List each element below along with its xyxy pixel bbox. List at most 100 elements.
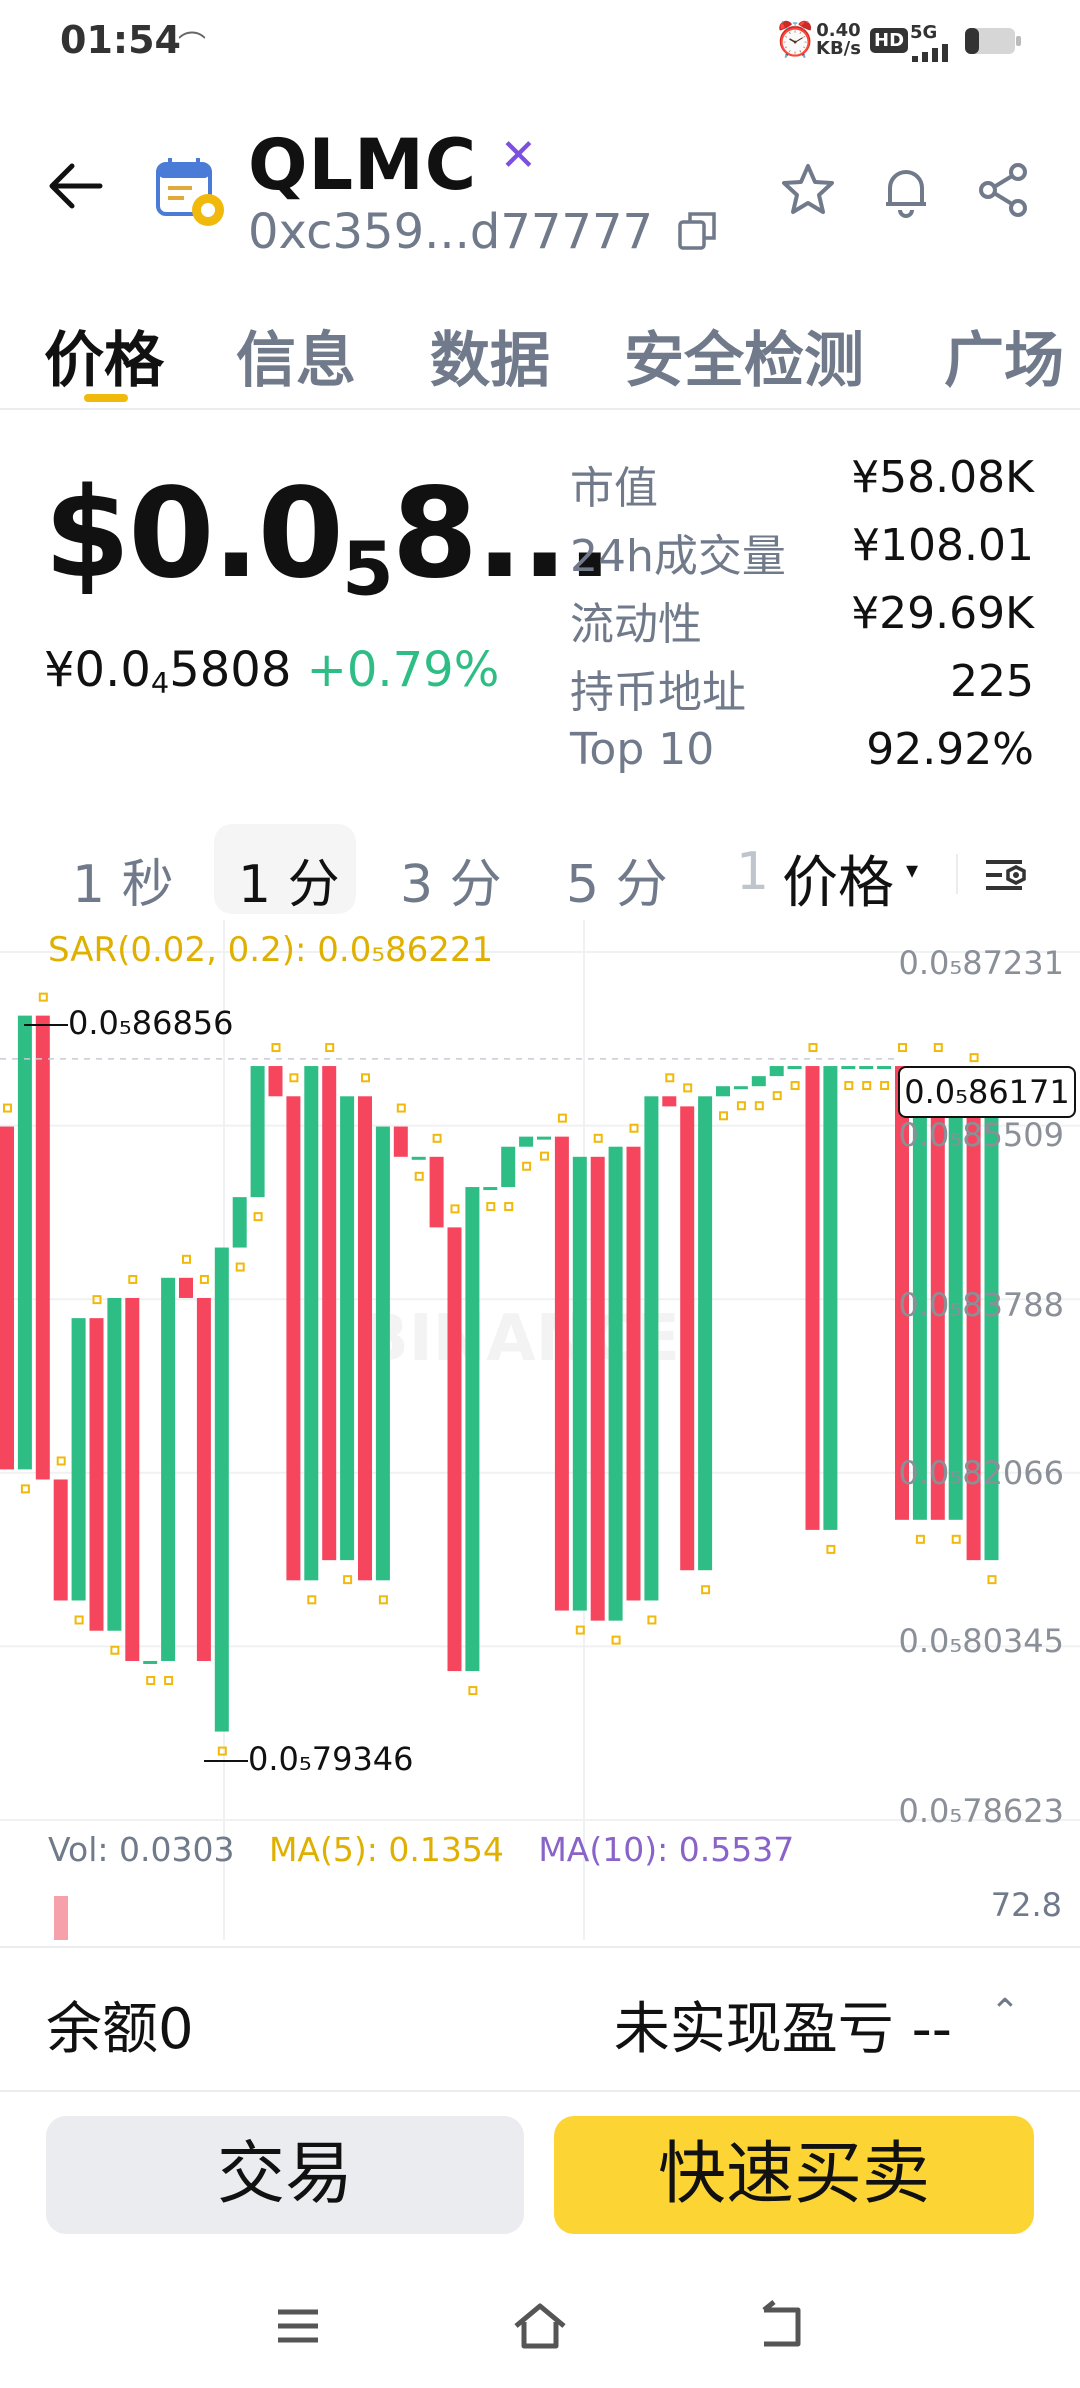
sar-dot	[790, 1081, 800, 1091]
candle	[590, 1156, 605, 1621]
sar-dot	[915, 1534, 925, 1544]
candle	[447, 1227, 462, 1672]
tab-info[interactable]: 信息	[236, 312, 356, 399]
sar-dot	[378, 1595, 388, 1605]
price-axis-label: 0.0₅82066	[898, 1454, 1064, 1492]
sar-dot	[575, 1625, 585, 1635]
sar-dot	[146, 1675, 156, 1685]
sar-dot	[343, 1575, 353, 1585]
high-price-label: 0.0₅86856	[24, 1004, 234, 1042]
chevron-down-icon[interactable]: ▾	[906, 856, 918, 884]
candle	[572, 1156, 587, 1611]
candle	[465, 1187, 480, 1672]
star-icon[interactable]	[778, 160, 838, 220]
candle	[716, 1086, 730, 1097]
candle	[375, 1126, 390, 1581]
home-icon[interactable]	[510, 2296, 570, 2356]
candle	[214, 1247, 229, 1732]
sar-dot	[432, 1133, 442, 1143]
stat-label: 市值	[570, 463, 658, 514]
sar-dot	[540, 1151, 549, 1161]
sar-dot	[754, 1101, 764, 1111]
sar-dot	[951, 1534, 961, 1544]
sar-dot	[271, 1043, 281, 1053]
price-axis-label: 0.0₅78623	[898, 1792, 1064, 1830]
back-arrow-icon[interactable]	[40, 150, 112, 222]
stat-value: ¥108.01	[852, 520, 1034, 571]
sar-dot	[880, 1081, 890, 1091]
net-speed: 0.40 KB/s	[816, 22, 861, 58]
candle	[179, 1277, 193, 1298]
candle	[733, 1086, 748, 1090]
tab-square[interactable]: 广场	[944, 312, 1064, 399]
volume-axis-label: 72.8	[990, 1886, 1062, 1924]
tab-security[interactable]: 安全检测	[624, 312, 864, 399]
sar-dot	[898, 1043, 907, 1053]
price-axis-label: 0.0₅80345	[898, 1622, 1064, 1660]
price-usd-zeros: 5	[341, 525, 394, 613]
candle	[340, 1096, 355, 1561]
sar-dot	[862, 1081, 872, 1091]
interval-1s[interactable]: 1 秒	[72, 842, 174, 917]
quick-trade-button[interactable]: 快速买卖	[554, 2116, 1034, 2234]
interval-5m[interactable]: 5 分	[566, 842, 668, 917]
tab-bar: 价格 信息 数据 安全检测 广场	[0, 300, 1080, 410]
candle	[519, 1136, 534, 1147]
sar-dot	[593, 1133, 603, 1143]
price-axis-label: 0.0₅87231	[898, 944, 1064, 982]
copy-icon[interactable]	[676, 208, 720, 252]
price-cny-prefix: ¥0.0	[44, 642, 151, 698]
sar-dot	[701, 1585, 711, 1595]
sar-dot	[665, 1073, 675, 1083]
menu-icon[interactable]	[268, 2296, 328, 2356]
high-price-value: 0.0₅86856	[68, 1004, 234, 1042]
stat-holders: 持币地址 225	[570, 656, 1034, 718]
sar-dot	[504, 1202, 514, 1212]
candle	[196, 1297, 211, 1661]
candle	[268, 1066, 283, 1097]
trade-button[interactable]: 交易	[46, 2116, 524, 2234]
candle	[0, 1126, 14, 1470]
sar-dot	[38, 992, 48, 1002]
sar-dot	[450, 1204, 460, 1214]
price-cny-zeros: 4	[150, 666, 170, 701]
chart-settings-icon[interactable]	[982, 850, 1032, 900]
candle	[107, 1297, 122, 1631]
sar-dot	[74, 1615, 84, 1625]
sar-dot	[969, 1053, 979, 1063]
candle	[358, 1096, 372, 1581]
sar-dot	[826, 1544, 836, 1554]
interval-bar: 1 秒 1 分 3 分 5 分 1 价格 ▾	[0, 820, 1080, 920]
stat-value: 225	[950, 656, 1034, 707]
chart-type-select[interactable]: 价格	[782, 838, 894, 919]
divider	[956, 854, 958, 894]
sar-dot	[56, 1456, 66, 1466]
candle	[286, 1096, 301, 1581]
token-address[interactable]: 0xc359...d77777	[248, 204, 653, 260]
back-nav-icon[interactable]	[752, 2296, 812, 2356]
low-price-label: 0.0₅79346	[204, 1740, 414, 1778]
candle	[35, 1015, 50, 1480]
token-symbol: QLMC	[248, 124, 478, 206]
bell-icon[interactable]	[876, 160, 936, 220]
sar-indicator: SAR(0.02, 0.2): 0.0₅86221	[48, 930, 494, 970]
share-icon[interactable]	[974, 160, 1034, 220]
interval-more[interactable]: 1	[736, 842, 769, 902]
stat-label: 持币地址	[570, 667, 746, 718]
chevron-up-icon[interactable]: ⌃	[990, 1992, 1020, 2033]
candle	[232, 1197, 247, 1248]
price-change: +0.79%	[306, 642, 500, 698]
tab-price[interactable]: 价格	[44, 312, 164, 399]
candle	[411, 1156, 426, 1160]
alarm-icon: ⏰	[774, 20, 817, 60]
volume-indicator-row: Vol: 0.0303 MA(5): 0.1354 MA(10): 0.5537	[48, 1830, 794, 1869]
stat-value: 92.92%	[866, 724, 1034, 775]
stat-value: ¥58.08K	[851, 452, 1034, 503]
tab-data[interactable]: 数据	[430, 312, 550, 399]
sar-dot	[128, 1274, 138, 1284]
volume-bar	[54, 1896, 68, 1940]
price-usd-prefix: $0.0	[44, 462, 344, 606]
interval-1m[interactable]: 1 分	[238, 842, 340, 917]
candle	[304, 1066, 319, 1581]
interval-3m[interactable]: 3 分	[400, 842, 502, 917]
